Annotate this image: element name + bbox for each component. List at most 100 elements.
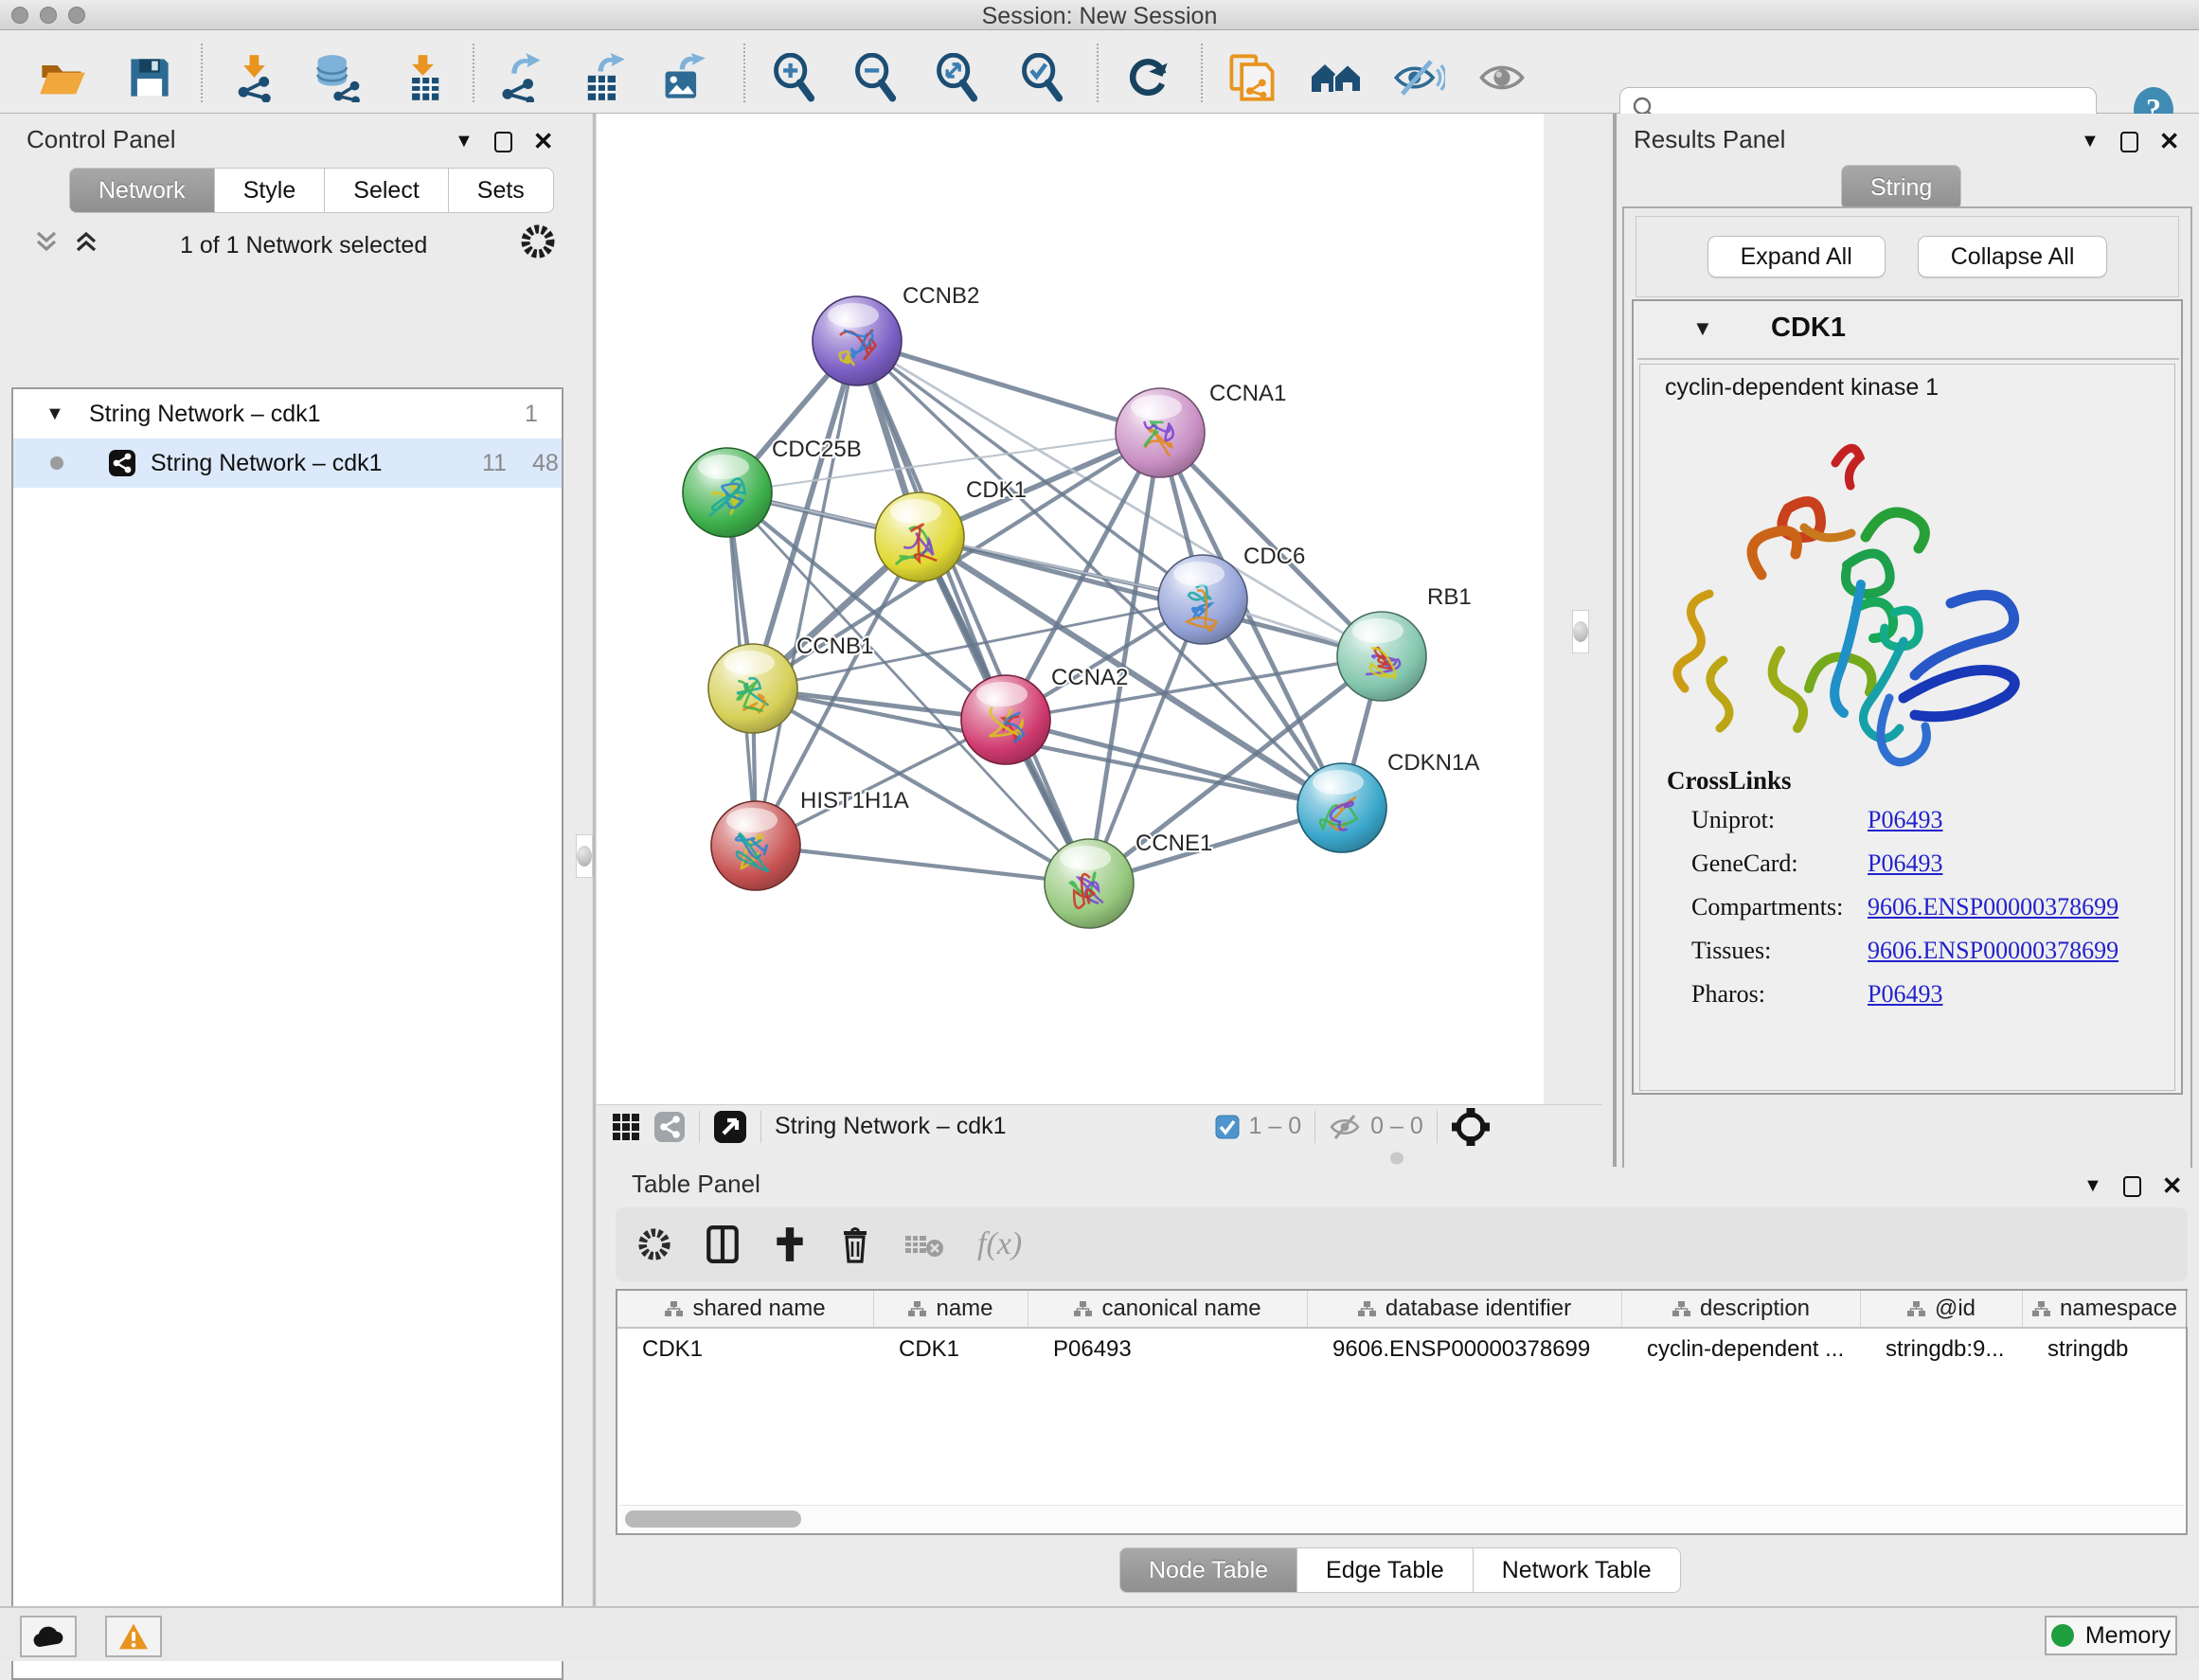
expand-all-button[interactable]: Expand All — [1707, 236, 1886, 277]
node-cdkn1a[interactable]: CDKN1A — [1297, 750, 1479, 852]
node-ccna1[interactable]: CCNA1 — [1116, 381, 1286, 477]
protein-network-graph[interactable]: CCNB2CCNA1CDC25BCDK1CDC6RB1CCNB1CCNA2CDK… — [597, 114, 1544, 1104]
scrollbar-thumb[interactable] — [625, 1510, 801, 1528]
network-collection-row[interactable]: ▼ String Network – cdk1 1 — [13, 389, 562, 438]
right-splitter-handle[interactable] — [1572, 610, 1589, 653]
tab-sets[interactable]: Sets — [449, 168, 554, 213]
show-all-networks-button[interactable] — [1310, 51, 1363, 104]
export-image-button[interactable] — [656, 51, 709, 104]
table-hscrollbar[interactable] — [619, 1505, 2184, 1531]
column-header-2[interactable]: canonical name — [1028, 1291, 1308, 1327]
tab-string[interactable]: String — [1841, 165, 1961, 210]
cloud-status-button[interactable] — [20, 1616, 77, 1657]
column-header-0[interactable]: shared name — [617, 1291, 874, 1327]
crosslink-link[interactable]: 9606.ENSP00000378699 — [1868, 937, 2119, 965]
panel-menu-icon[interactable]: ▼ — [2081, 131, 2100, 152]
crosslink-link[interactable]: P06493 — [1868, 806, 1942, 834]
warnings-button[interactable] — [105, 1616, 162, 1657]
tab-style[interactable]: Style — [215, 168, 326, 213]
collapse-all-networks-icon[interactable] — [32, 229, 61, 254]
delete-table-button-disabled — [903, 1228, 945, 1260]
open-session-button[interactable] — [36, 51, 89, 104]
panel-menu-icon[interactable]: ▼ — [2083, 1175, 2102, 1197]
column-header-4[interactable]: description — [1622, 1291, 1861, 1327]
tab-network-table[interactable]: Network Table — [1474, 1547, 1681, 1593]
zoom-in-button[interactable] — [768, 51, 821, 104]
add-column-button[interactable] — [773, 1225, 807, 1263]
node-rb1[interactable]: RB1 — [1337, 584, 1472, 701]
expand-all-networks-icon[interactable] — [72, 229, 100, 254]
crosslink-link[interactable]: P06493 — [1868, 849, 1942, 878]
tab-node-table[interactable]: Node Table — [1119, 1547, 1297, 1593]
panel-float-icon[interactable] — [2123, 1176, 2141, 1197]
save-session-button[interactable] — [123, 51, 176, 104]
export-table-button[interactable] — [577, 51, 630, 104]
table-cell[interactable]: 9606.ENSP00000378699 — [1308, 1329, 1622, 1372]
table-cell[interactable]: stringdb — [2023, 1329, 2188, 1372]
hidden-eye-slash-icon[interactable] — [1329, 1114, 1361, 1140]
show-columns-button[interactable] — [705, 1225, 741, 1263]
panel-close-icon[interactable]: ✕ — [2162, 1171, 2183, 1201]
birdseye-toggle-icon[interactable] — [1451, 1107, 1491, 1147]
export-network-button[interactable] — [494, 51, 547, 104]
panel-menu-icon[interactable]: ▼ — [455, 131, 474, 152]
crosslink-link[interactable]: 9606.ENSP00000378699 — [1868, 893, 2119, 921]
zoom-out-button[interactable] — [849, 51, 903, 104]
node-cdc25b[interactable]: CDC25B — [683, 437, 862, 537]
clone-network-button[interactable] — [1225, 51, 1278, 104]
table-cell[interactable]: stringdb:9... — [1861, 1329, 2023, 1372]
grid-view-icon[interactable] — [612, 1113, 640, 1141]
node-hist1h1a[interactable]: HIST1H1A — [711, 788, 909, 890]
column-type-icon — [908, 1301, 926, 1317]
table-cell[interactable]: CDK1 — [874, 1329, 1028, 1372]
import-table-from-file-button[interactable] — [397, 51, 450, 104]
open-in-window-icon[interactable] — [713, 1110, 747, 1144]
bottom-splitter-handle[interactable] — [1385, 1152, 1409, 1165]
zoom-fit-button[interactable] — [931, 51, 984, 104]
zoom-selected-button[interactable] — [1016, 51, 1069, 104]
protein-structure-image[interactable] — [1667, 414, 2074, 793]
panel-close-icon[interactable]: ✕ — [533, 127, 554, 156]
delete-column-button[interactable] — [839, 1225, 871, 1263]
table-cell[interactable]: CDK1 — [617, 1329, 874, 1372]
edge-cdk1-rb1[interactable] — [920, 537, 1382, 656]
column-header-5[interactable]: @id — [1861, 1291, 2023, 1327]
collapse-all-button[interactable]: Collapse All — [1918, 236, 2108, 277]
column-header-6[interactable]: namespace — [2023, 1291, 2188, 1327]
tab-select[interactable]: Select — [325, 168, 448, 213]
node-ccne1[interactable]: CCNE1 — [1045, 831, 1212, 928]
network-canvas[interactable]: CCNB2CCNA1CDC25BCDK1CDC6RB1CCNB1CCNA2CDK… — [597, 114, 1544, 1104]
column-header-1[interactable]: name — [874, 1291, 1028, 1327]
entry-expander-icon[interactable]: ▼ — [1692, 316, 1713, 341]
table-row[interactable]: CDK1CDK1P064939606.ENSP00000378699cyclin… — [617, 1329, 2186, 1372]
toolbar-separator — [1201, 44, 1203, 102]
collection-expander-icon[interactable]: ▼ — [45, 403, 64, 425]
selected-count: 1 – 0 — [1249, 1113, 1302, 1140]
table-options-button[interactable] — [636, 1226, 672, 1262]
entry-divider — [1637, 358, 2179, 360]
column-header-3[interactable]: database identifier — [1308, 1291, 1622, 1327]
selected-checkbox-icon[interactable] — [1215, 1115, 1240, 1139]
refresh-view-button[interactable] — [1122, 51, 1175, 104]
column-header-label: database identifier — [1386, 1296, 1571, 1322]
show-hidden-button[interactable] — [1475, 51, 1529, 104]
edge-ccnb2-hist1h1a[interactable] — [756, 341, 857, 846]
import-network-from-database-button[interactable] — [310, 51, 363, 104]
panel-float-icon[interactable] — [2120, 132, 2138, 152]
left-splitter-handle[interactable] — [576, 834, 593, 878]
import-network-from-file-button[interactable] — [228, 51, 281, 104]
string-view-icon[interactable] — [653, 1111, 686, 1143]
node-ccnb1[interactable]: CCNB1 — [708, 634, 873, 733]
hide-selected-button[interactable] — [1392, 51, 1445, 104]
tab-edge-table[interactable]: Edge Table — [1297, 1547, 1474, 1593]
panel-close-icon[interactable]: ✕ — [2159, 127, 2180, 156]
memory-button[interactable]: Memory — [2045, 1616, 2177, 1655]
network-row-selected[interactable]: String Network – cdk1 11 48 — [13, 438, 562, 488]
tab-network[interactable]: Network — [69, 168, 215, 213]
table-cell[interactable]: P06493 — [1028, 1329, 1308, 1372]
panel-float-icon[interactable] — [494, 132, 512, 152]
table-cell[interactable]: cyclin-dependent ... — [1622, 1329, 1861, 1372]
network-options-button[interactable] — [519, 223, 557, 260]
crosslink-link[interactable]: P06493 — [1868, 980, 1942, 1009]
edge-hist1h1a-ccne1[interactable] — [756, 846, 1089, 884]
